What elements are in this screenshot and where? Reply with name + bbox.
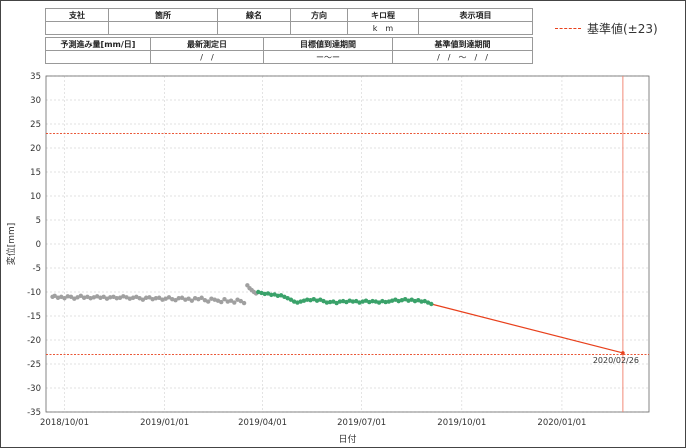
forecast-end-point [621,351,625,355]
y-tick-label: 25 [30,120,41,130]
y-tick-label: -35 [27,408,41,418]
y-tick-label: 10 [30,192,41,202]
data-point [241,300,247,306]
y-axis-label: 変位[mm] [5,223,17,266]
y-tick-label: -15 [27,312,41,322]
y-tick-label: -25 [27,360,41,370]
x-tick-label: 2020/01/01 [537,418,586,428]
y-tick-label: 30 [30,96,41,106]
data-point [429,301,434,307]
y-tick-label: -10 [27,288,41,298]
x-tick-label: 2019/04/01 [238,418,287,428]
y-tick-label: 15 [30,168,41,178]
displacement-chart: 35 30 25 20 15 10 5 0 -5 -10 -15 -20 -25 -30 -352018/1… [0,0,686,448]
x-tick-label: 2019/01/01 [140,418,189,428]
y-tick-label: -30 [27,384,41,394]
x-tick-label: 2019/10/01 [437,418,486,428]
y-tick-label: -5 [33,264,41,274]
y-tick-label: 20 [30,144,41,154]
y-tick-label: -20 [27,336,41,346]
x-axis-label: 日付 [338,434,356,445]
y-tick-label: 35 [30,72,41,82]
y-tick-label: 5 [36,216,41,226]
x-tick-label: 2019/07/01 [337,418,386,428]
x-tick-label: 2018/10/01 [40,418,89,428]
forecast-date-annotation: 2020/02/26 [593,356,639,365]
y-tick-label: 0 [36,240,41,250]
